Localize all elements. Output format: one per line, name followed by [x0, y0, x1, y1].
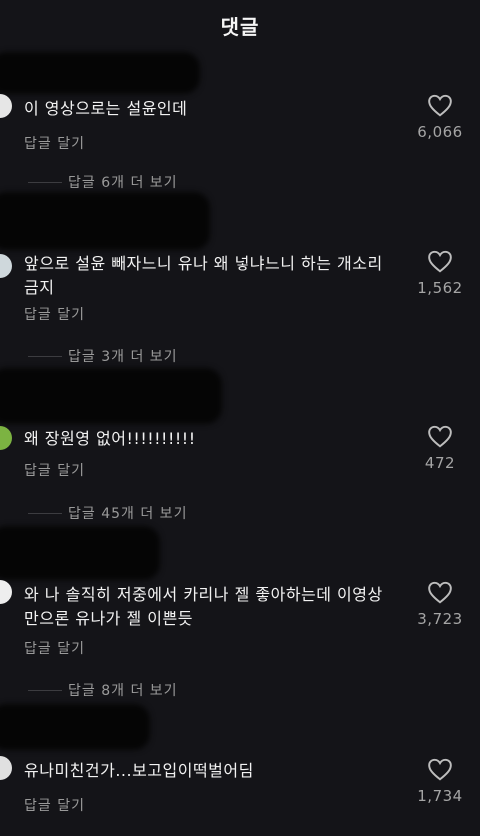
view-more-label[interactable]: 답글 8개 더 보기 [68, 680, 178, 700]
divider-line [28, 181, 62, 183]
like-button[interactable]: 1,562 [404, 249, 476, 297]
reply-button[interactable]: 답글 달기 [24, 638, 85, 658]
reply-button[interactable]: 답글 달기 [24, 460, 85, 480]
divider-line [28, 689, 62, 691]
comment-text: 유나미친건가...보고입이떡벌어딤 [24, 761, 254, 780]
heart-icon[interactable] [427, 580, 453, 604]
user-avatar[interactable] [0, 580, 12, 604]
redacted-username [0, 192, 210, 250]
redacted-username [0, 52, 200, 94]
like-button[interactable]: 6,066 [404, 93, 476, 141]
like-count: 1,562 [417, 279, 463, 297]
like-button[interactable]: 1,734 [404, 757, 476, 805]
view-more-replies[interactable]: 답글 8개 더 보기 [28, 680, 178, 700]
view-more-replies[interactable]: 답글 45개 더 보기 [28, 503, 187, 523]
view-more-label[interactable]: 답글 45개 더 보기 [68, 503, 187, 523]
divider-line [28, 355, 62, 357]
like-button[interactable]: 472 [404, 424, 476, 472]
like-button[interactable]: 3,723 [404, 580, 476, 628]
comment-text: 이 영상으로는 설윤인데 [24, 99, 188, 118]
user-avatar[interactable] [0, 94, 12, 118]
redacted-username [0, 368, 222, 424]
comment-text: 와 나 솔직히 저중에서 카리나 젤 좋아하는데 이영상만으론 유나가 젤 이쁜… [24, 585, 383, 628]
heart-icon[interactable] [427, 424, 453, 448]
view-more-replies[interactable]: 답글 3개 더 보기 [28, 346, 178, 366]
like-count: 6,066 [417, 123, 463, 141]
like-count: 3,723 [417, 610, 463, 628]
view-more-label[interactable]: 답글 3개 더 보기 [68, 346, 178, 366]
like-count: 1,734 [417, 787, 463, 805]
page-title: 댓글 [220, 14, 260, 39]
heart-icon[interactable] [427, 757, 453, 781]
heart-icon[interactable] [427, 93, 453, 117]
reply-button[interactable]: 답글 달기 [24, 304, 85, 324]
user-avatar[interactable] [0, 254, 12, 278]
view-more-replies[interactable]: 답글 6개 더 보기 [28, 172, 178, 192]
comment-text: 왜 장원영 없어!!!!!!!!!! [24, 429, 196, 448]
like-count: 472 [424, 454, 456, 472]
user-avatar[interactable] [0, 426, 12, 450]
reply-button[interactable]: 답글 달기 [24, 133, 85, 153]
heart-icon[interactable] [427, 249, 453, 273]
view-more-label[interactable]: 답글 6개 더 보기 [68, 172, 178, 192]
comment-text: 앞으로 설윤 빼자느니 유나 왜 넣냐느니 하는 개소리 금지 [24, 254, 383, 297]
comments-header: 댓글 [0, 0, 480, 50]
divider-line [28, 512, 62, 514]
redacted-username [0, 526, 160, 580]
reply-button[interactable]: 답글 달기 [24, 795, 85, 815]
redacted-username [0, 704, 150, 750]
user-avatar[interactable] [0, 756, 12, 780]
